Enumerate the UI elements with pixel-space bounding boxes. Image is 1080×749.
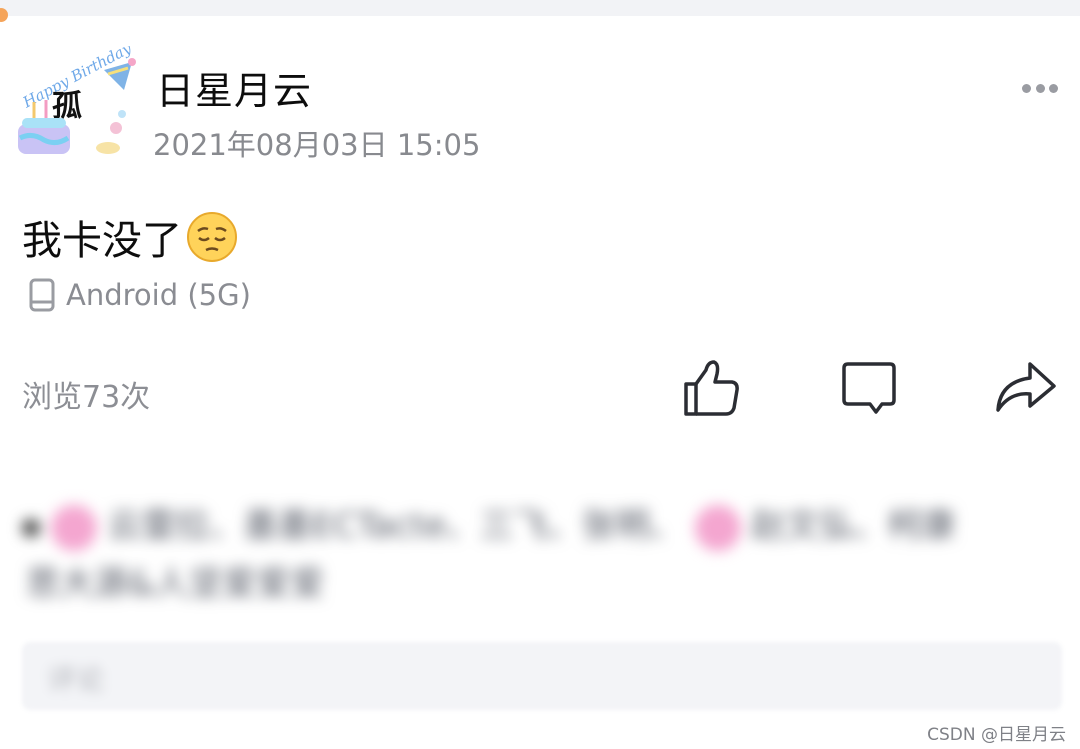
likes-line-2: 思大源&人坚爱爱爱: [26, 564, 325, 604]
like-button[interactable]: [676, 352, 746, 422]
likes-list: 云雷拉、墨墨ECTacte、三飞、张明、 赵文弘、柯康 思大源&人坚爱爱爱: [22, 490, 1052, 610]
phone-icon: [29, 278, 55, 312]
more-dot-icon: [1049, 83, 1058, 93]
comment-placeholder: 评论: [48, 663, 105, 696]
more-options-button[interactable]: [1016, 76, 1064, 100]
likes-names: 云雷拉、墨墨ECTacte、三飞、张明、: [107, 506, 684, 546]
liker-avatar: [50, 504, 97, 551]
comment-input[interactable]: 评论: [22, 642, 1062, 710]
more-dot-icon: [1022, 83, 1031, 93]
share-icon: [996, 362, 1056, 412]
device-label: Android (5G): [66, 278, 251, 312]
post-text: 我卡没了: [22, 218, 182, 264]
watermark: CSDN @日星月云: [927, 725, 1066, 745]
share-button[interactable]: [990, 352, 1060, 422]
like-small-icon: [22, 518, 40, 537]
likes-names-2: 赵文弘、柯康: [751, 506, 956, 546]
liker-avatar: [694, 504, 741, 551]
author-name[interactable]: 日星月云: [156, 60, 312, 115]
post-timestamp: 2021年08月03日 15:05: [153, 128, 481, 162]
pensive-face-icon: [187, 212, 237, 262]
more-dot-icon: [1035, 83, 1045, 93]
avatar[interactable]: Happy Birthday 孤: [12, 39, 144, 166]
notification-dot: [0, 8, 8, 22]
comment-button[interactable]: [834, 352, 904, 422]
likes-line-1: 云雷拉、墨墨ECTacte、三飞、张明、 赵文弘、柯康: [22, 498, 955, 551]
view-count: 浏览73次: [22, 380, 151, 415]
thumbs-up-icon: [684, 360, 739, 416]
birthday-cake-avatar-icon: Happy Birthday 孤: [18, 39, 136, 154]
top-bar: [0, 0, 1080, 16]
device-info: Android (5G): [28, 278, 251, 312]
comment-icon: [842, 362, 896, 414]
post-content: 我卡没了: [22, 208, 238, 266]
